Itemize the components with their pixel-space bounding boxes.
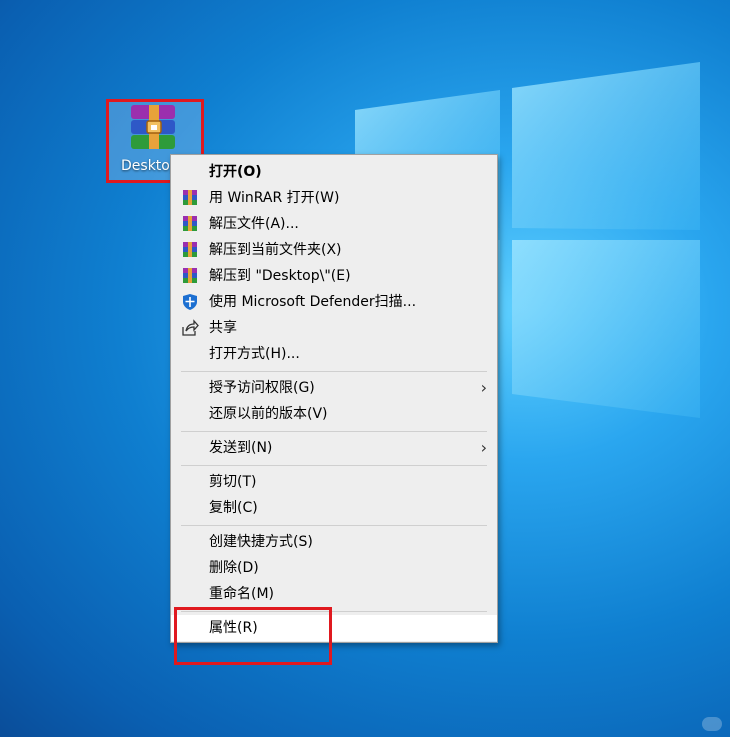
menu-item-grant-access[interactable]: 授予访问权限(G) › xyxy=(171,375,497,401)
menu-item-cut[interactable]: 剪切(T) xyxy=(171,469,497,495)
highlight-box-properties xyxy=(174,607,332,665)
winrar-icon xyxy=(183,216,197,231)
menu-separator xyxy=(181,465,487,466)
menu-item-defender-scan[interactable]: 使用 Microsoft Defender扫描... xyxy=(171,289,497,315)
menu-item-send-to[interactable]: 发送到(N) › xyxy=(171,435,497,461)
chevron-right-icon: › xyxy=(480,438,487,457)
share-icon xyxy=(182,319,199,336)
menu-separator xyxy=(181,525,487,526)
winrar-icon xyxy=(183,242,197,257)
menu-item-extract-here[interactable]: 解压到当前文件夹(X) xyxy=(171,237,497,263)
menu-separator xyxy=(181,371,487,372)
defender-shield-icon xyxy=(183,294,197,310)
watermark-badge xyxy=(702,717,722,731)
context-menu: 打开(O) 用 WinRAR 打开(W) 解压文件(A)... 解压到当前文件夹… xyxy=(170,154,498,643)
menu-item-extract-files[interactable]: 解压文件(A)... xyxy=(171,211,497,237)
menu-item-create-shortcut[interactable]: 创建快捷方式(S) xyxy=(171,529,497,555)
winrar-icon xyxy=(183,190,197,205)
chevron-right-icon: › xyxy=(480,378,487,397)
winrar-icon xyxy=(183,268,197,283)
menu-item-extract-to-folder[interactable]: 解压到 "Desktop\"(E) xyxy=(171,263,497,289)
menu-item-rename[interactable]: 重命名(M) xyxy=(171,581,497,607)
menu-item-open-with-winrar[interactable]: 用 WinRAR 打开(W) xyxy=(171,185,497,211)
menu-item-delete[interactable]: 删除(D) xyxy=(171,555,497,581)
menu-item-open-with[interactable]: 打开方式(H)... xyxy=(171,341,497,367)
menu-item-share[interactable]: 共享 xyxy=(171,315,497,341)
menu-item-copy[interactable]: 复制(C) xyxy=(171,495,497,521)
menu-item-restore-previous-versions[interactable]: 还原以前的版本(V) xyxy=(171,401,497,427)
menu-separator xyxy=(181,431,487,432)
menu-item-open[interactable]: 打开(O) xyxy=(171,159,497,185)
